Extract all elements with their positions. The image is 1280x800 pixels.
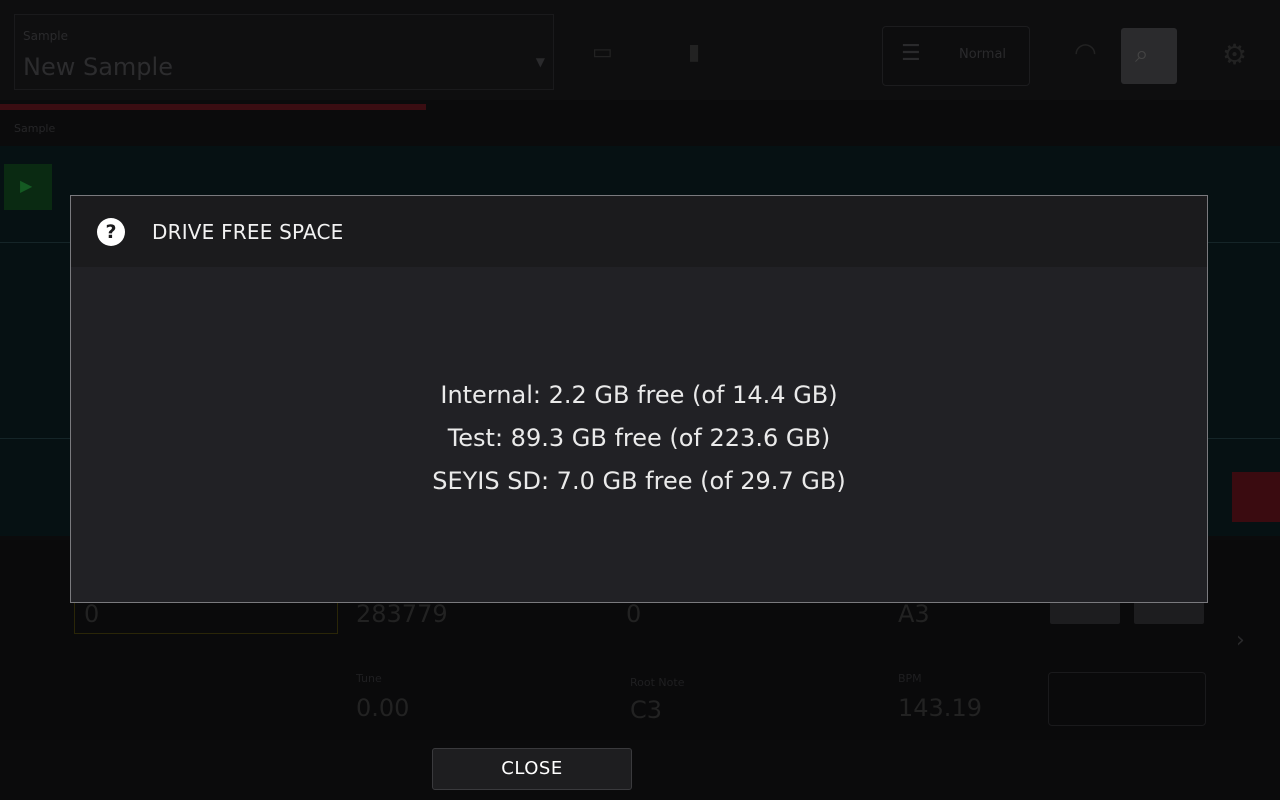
record-button[interactable] [1232, 472, 1280, 522]
play-icon: ▶ [20, 176, 33, 195]
small-button[interactable] [1134, 600, 1204, 624]
bpm-value[interactable]: 143.19 [898, 694, 982, 722]
dialog-title: DRIVE FREE SPACE [152, 220, 344, 244]
root-note-value[interactable]: C3 [630, 696, 662, 724]
nav-item-sample[interactable]: Sample [14, 122, 55, 135]
sample-selector-label: Sample [23, 29, 68, 43]
end-value[interactable]: 283779 [356, 600, 448, 628]
dialog-header: ? DRIVE FREE SPACE [71, 196, 1207, 267]
top-toolbar: Sample New Sample ▼ ▭ ▮ ☰ Normal ◠ ⌕ ⚙ [0, 0, 1280, 100]
loop-value[interactable]: 0 [626, 600, 641, 628]
zoom-icon: ⌕ [1135, 40, 1149, 68]
gear-icon[interactable]: ⚙ [1222, 38, 1247, 71]
mode-button[interactable]: ☰ Normal [882, 26, 1030, 86]
dialog-body: Internal: 2.2 GB free (of 14.4 GB) Test:… [71, 374, 1207, 503]
undo-icon[interactable]: ▭ [592, 40, 613, 65]
level-strip [0, 104, 426, 110]
nav-row: Sample [0, 112, 1280, 144]
trash-icon[interactable]: ▮ [688, 40, 700, 65]
question-icon: ? [97, 218, 125, 246]
play-button[interactable]: ▶ [4, 164, 52, 210]
drive-info-sd: SEYIS SD: 7.0 GB free (of 29.7 GB) [432, 467, 846, 495]
root-note-label: Root Note [630, 676, 685, 689]
sample-selector[interactable]: Sample New Sample ▼ [14, 14, 554, 90]
bpm-label: BPM [898, 672, 922, 685]
mode-button-label: Normal [959, 47, 1007, 62]
zoom-button[interactable]: ⌕ [1121, 28, 1177, 84]
drive-info-internal: Internal: 2.2 GB free (of 14.4 GB) [440, 381, 838, 409]
headphones-icon[interactable]: ◠ [1074, 38, 1097, 68]
chevron-right-icon[interactable]: › [1236, 628, 1245, 653]
outline-button[interactable] [1048, 672, 1206, 726]
sample-name: New Sample [23, 53, 173, 81]
chevron-down-icon: ▼ [535, 55, 545, 69]
start-value: 0 [84, 600, 100, 628]
drive-info-test: Test: 89.3 GB free (of 223.6 GB) [447, 424, 831, 452]
tune-label: Tune [356, 672, 382, 685]
tune-value[interactable]: 0.00 [356, 694, 409, 722]
root-value[interactable]: A3 [898, 600, 930, 628]
close-button[interactable]: CLOSE [432, 748, 632, 790]
list-icon: ☰ [901, 41, 921, 66]
drive-free-space-dialog: ? DRIVE FREE SPACE Internal: 2.2 GB free… [70, 195, 1208, 603]
small-button[interactable] [1050, 600, 1120, 624]
